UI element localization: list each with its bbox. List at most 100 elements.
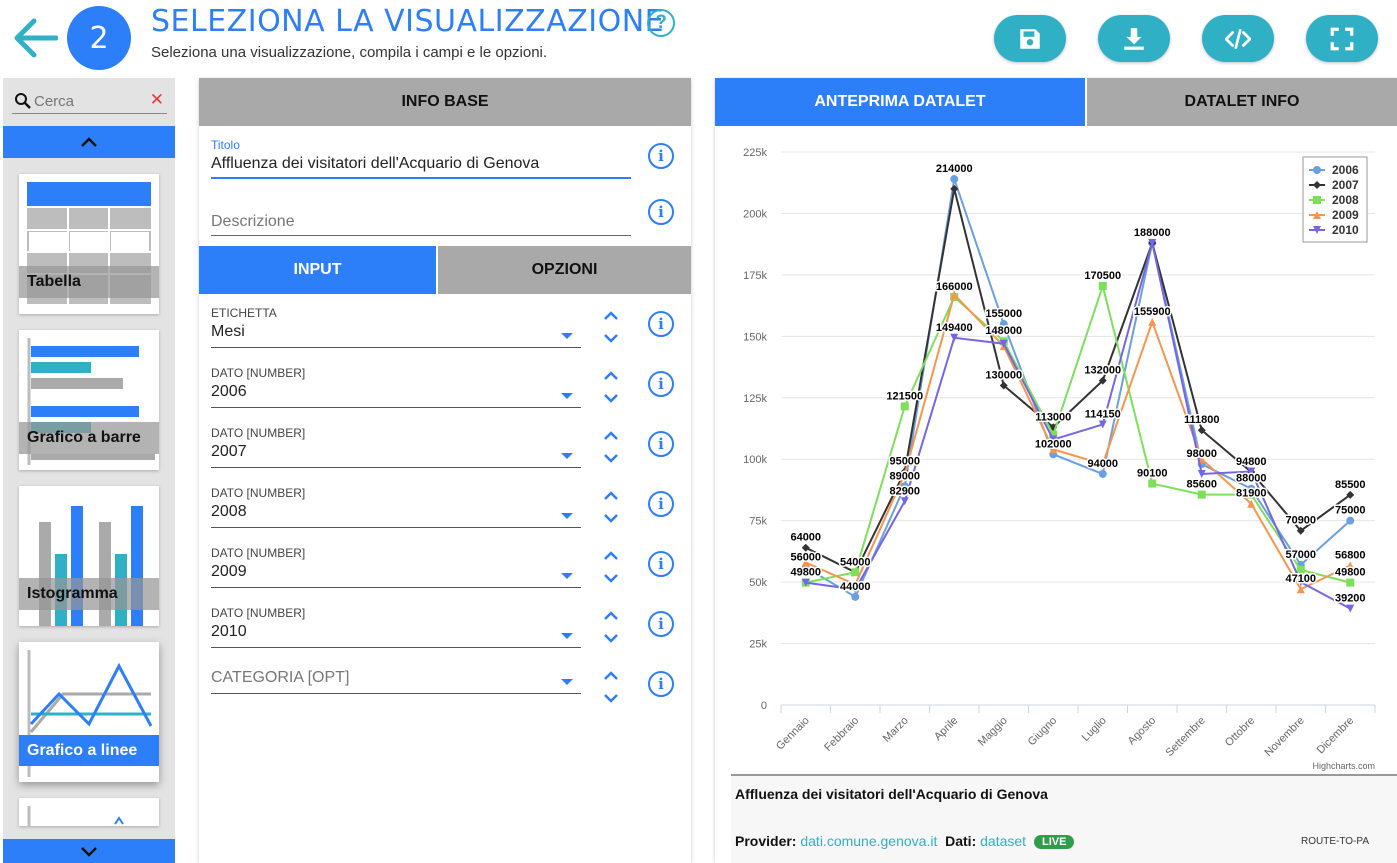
title-input[interactable]: Affluenza dei visitatori dell'Acquario d…	[211, 155, 631, 179]
select-value[interactable]: 2008	[211, 503, 581, 528]
download-icon	[1124, 27, 1144, 50]
info-icon[interactable]: i	[648, 143, 674, 169]
data-label: 149400	[936, 322, 973, 334]
description-input[interactable]: Descrizione	[211, 213, 631, 236]
select-value[interactable]: 2010	[211, 623, 581, 648]
visualization-sidebar: ✕ Tabella Grafico a barre	[3, 78, 175, 863]
info-icon[interactable]: i	[648, 311, 674, 337]
data-label: 98000	[1186, 448, 1217, 460]
dato-2007-select[interactable]: DATO [NUMBER] 2007	[211, 426, 581, 468]
back-arrow-icon[interactable]	[12, 16, 58, 60]
help-icon[interactable]: ?	[647, 9, 675, 37]
data-label: 166000	[936, 281, 973, 293]
x-tick-label: Maggio	[976, 715, 1010, 749]
info-icon[interactable]: i	[648, 611, 674, 637]
dato-2006-select[interactable]: DATO [NUMBER] 2006	[211, 366, 581, 408]
select-value[interactable]: 2009	[211, 563, 581, 588]
viz-card-next[interactable]	[19, 798, 159, 826]
dato-2010-select[interactable]: DATO [NUMBER] 2010	[211, 606, 581, 648]
fullscreen-button[interactable]	[1306, 15, 1378, 62]
data-label: 214000	[936, 163, 973, 175]
info-icon[interactable]: i	[648, 491, 674, 517]
viz-card-table[interactable]: Tabella	[19, 174, 159, 314]
dato-2008-select[interactable]: DATO [NUMBER] 2008	[211, 486, 581, 528]
info-icon[interactable]: i	[648, 431, 674, 457]
info-icon[interactable]: i	[648, 199, 674, 225]
info-icon[interactable]: i	[648, 671, 674, 697]
download-button[interactable]	[1098, 15, 1170, 62]
scroll-down-button[interactable]	[3, 839, 175, 863]
reorder-arrows-icon[interactable]	[603, 550, 619, 584]
search-box: ✕	[12, 88, 167, 114]
info-icon[interactable]: i	[648, 371, 674, 397]
reorder-arrows-icon[interactable]	[603, 670, 619, 704]
input-options-tabs: INPUT OPZIONI	[199, 246, 691, 294]
provider-link[interactable]: dati.comune.genova.it	[800, 833, 937, 849]
viz-card-label: Grafico a barre	[19, 422, 159, 454]
select-value[interactable]: Mesi	[211, 323, 581, 348]
legend-item: 2008	[1332, 193, 1359, 207]
y-tick-label: 100k	[743, 454, 767, 466]
data-point	[1148, 479, 1157, 488]
provider-label: Provider:	[735, 833, 797, 849]
reorder-arrows-icon[interactable]	[603, 490, 619, 524]
scroll-up-button[interactable]	[3, 126, 175, 158]
data-label: 57000	[1285, 549, 1316, 561]
chevron-down-icon	[81, 847, 97, 857]
categoria-select[interactable]: CATEGORIA [OPT]	[211, 666, 581, 694]
search-input[interactable]	[34, 90, 144, 112]
viz-card-histogram[interactable]: Istogramma	[19, 486, 159, 626]
select-label: DATO [NUMBER]	[211, 426, 306, 440]
x-tick-label: Settembre	[1164, 715, 1208, 759]
data-label: 94800	[1236, 456, 1267, 468]
data-point	[1098, 281, 1107, 290]
data-label: 85500	[1335, 479, 1366, 491]
search-icon	[15, 93, 31, 109]
reorder-arrows-icon[interactable]	[603, 310, 619, 344]
legend-item: 2007	[1332, 178, 1359, 192]
title-field[interactable]: Titolo Affluenza dei visitatori dell'Acq…	[211, 138, 631, 179]
data-label: 132000	[1084, 365, 1121, 377]
reorder-arrows-icon[interactable]	[603, 610, 619, 644]
data-label: 64000	[790, 532, 821, 544]
etichetta-select[interactable]: ETICHETTA Mesi	[211, 306, 581, 348]
dato-2009-select[interactable]: DATO [NUMBER] 2009	[211, 546, 581, 588]
data-label: 95000	[889, 456, 920, 468]
dataset-link[interactable]: dataset	[980, 833, 1026, 849]
series-line	[805, 282, 1351, 584]
data-label: 111800	[1184, 414, 1220, 426]
data-point	[1346, 604, 1355, 613]
select-value[interactable]: 2007	[211, 443, 581, 468]
reorder-arrows-icon[interactable]	[603, 370, 619, 404]
y-tick-label: 150k	[743, 331, 767, 343]
viz-card-label: Tabella	[19, 266, 159, 298]
embed-code-button[interactable]	[1202, 15, 1274, 62]
data-point	[851, 592, 860, 601]
reorder-arrows-icon[interactable]	[603, 430, 619, 464]
viz-card-line-chart[interactable]: Grafico a linee	[19, 642, 159, 782]
clear-search-icon[interactable]: ✕	[150, 90, 164, 110]
code-icon	[1225, 28, 1251, 49]
tab-opzioni[interactable]: OPZIONI	[438, 246, 691, 294]
data-label: 56800	[1335, 549, 1366, 561]
select-value[interactable]: 2006	[211, 383, 581, 408]
save-button[interactable]	[994, 15, 1066, 62]
info-base-header: INFO BASE	[199, 78, 691, 126]
data-label: 70900	[1285, 515, 1316, 527]
x-tick-label: Gennaio	[774, 715, 812, 753]
tab-anteprima-datalet[interactable]: ANTEPRIMA DATALET	[715, 78, 1085, 126]
tab-input[interactable]: INPUT	[199, 246, 436, 294]
datalet-title: Affluenza dei visitatori dell'Acquario d…	[735, 786, 1048, 802]
legend-item: 2006	[1332, 163, 1359, 177]
select-label: ETICHETTA	[211, 306, 277, 320]
viz-card-bar-chart[interactable]: Grafico a barre	[19, 330, 159, 470]
step-badge: 2	[67, 6, 131, 70]
tab-datalet-info[interactable]: DATALET INFO	[1087, 78, 1397, 126]
select-value[interactable]: CATEGORIA [OPT]	[211, 669, 581, 694]
x-tick-label: Dicembre	[1315, 715, 1357, 757]
select-label: DATO [NUMBER]	[211, 606, 306, 620]
description-field[interactable]: Descrizione	[211, 213, 631, 236]
data-label: 121500	[886, 390, 923, 402]
info-icon[interactable]: i	[648, 551, 674, 577]
data-label: 82900	[889, 485, 920, 497]
